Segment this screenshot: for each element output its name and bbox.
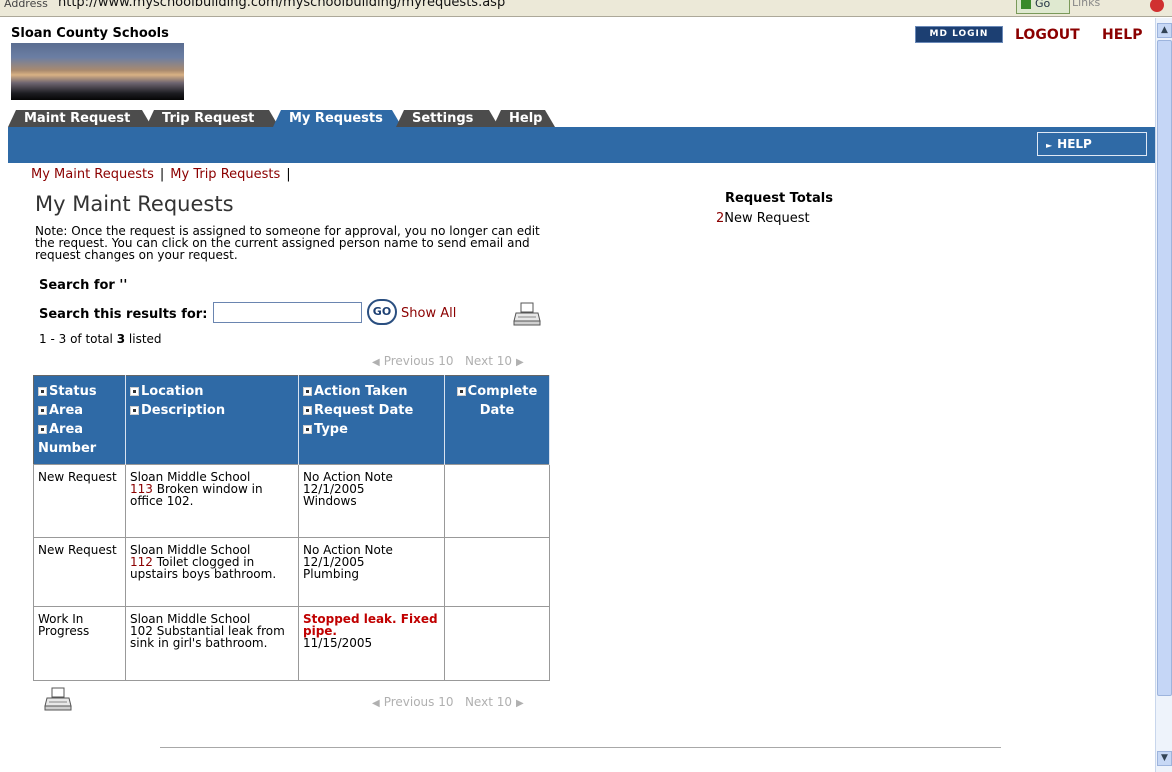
tab-maint-request[interactable]: Maint Request [8,110,152,127]
location-cell: Sloan Middle School 102 Substantial leak … [125,606,299,681]
sort-type[interactable]: Type [303,422,348,437]
tab-help[interactable]: Help [493,110,555,127]
previous-10-link[interactable]: Previous 10 [384,695,454,709]
next-arrow-icon: ▶ [516,357,524,368]
action-cell: No Action Note 12/1/2005 Plumbing [298,537,445,607]
school-banner-image [11,43,184,100]
sort-complete-date[interactable]: Complete Date [456,384,537,418]
status-cell: Work In Progress [33,606,126,681]
separator: | [286,167,291,182]
search-input[interactable] [213,302,362,323]
my-maint-requests-link[interactable]: My Maint Requests [31,167,154,182]
go-arrow-icon [1021,0,1031,9]
table-row: Work In Progress Sloan Middle School 102 … [33,606,550,681]
action-cell: No Action Note 12/1/2005 Windows [298,464,445,538]
action-note-link[interactable]: Stopped leak. Fixed pipe. [303,612,438,638]
sort-description[interactable]: Description [130,403,225,418]
footer-divider [160,747,1001,748]
location-cell: Sloan Middle School 113 Broken window in … [125,464,299,538]
previous-arrow-icon: ◀ [372,698,380,709]
column-header-location: Location Description [125,375,299,465]
address-url[interactable]: http://www.myschoolbuilding.com/myschool… [58,0,505,10]
column-header-status: Status Area Area Number [33,375,126,465]
sub-navigation: My Maint Requests | My Trip Requests | [31,167,297,182]
sort-request-date[interactable]: Request Date [303,403,413,418]
printer-icon[interactable] [513,302,541,326]
location-cell: Sloan Middle School 112 Toilet clogged in… [125,537,299,607]
table-row: New Request Sloan Middle School 113 Broke… [33,464,550,538]
scroll-down-icon[interactable]: ▼ [1157,751,1172,766]
complete-date-cell [444,537,550,607]
logout-link[interactable]: LOGOUT [1015,27,1080,43]
nav-bar [8,127,1155,163]
next-10-link[interactable]: Next 10 [465,695,512,709]
sort-action-taken[interactable]: Action Taken [303,384,407,399]
column-header-action: Action Taken Request Date Type [298,375,445,465]
requests-table: Status Area Area Number Location Descrip… [33,375,550,681]
browser-go-button[interactable]: Go [1016,0,1070,14]
tab-my-requests[interactable]: My Requests [273,110,402,127]
scrollbar-thumb[interactable] [1157,40,1172,696]
search-results-label: Search this results for: [39,307,208,322]
pager-bottom: ◀ Previous 10 Next 10 ▶ [368,695,528,709]
results-count: 1 - 3 of total 3 listed [39,332,162,346]
browser-links[interactable]: Links [1072,0,1100,9]
column-header-complete-date: Complete Date [444,375,550,465]
tab-trip-request[interactable]: Trip Request [146,110,279,127]
sort-status[interactable]: Status [38,384,97,399]
browser-address-bar: Address http://www.myschoolbuilding.com/… [0,0,1172,17]
md-login-button[interactable]: MD LOGIN [915,26,1003,43]
help-button[interactable]: ► HELP [1037,132,1147,156]
printer-icon[interactable] [44,687,72,711]
complete-date-cell [444,464,550,538]
search-for-label: Search for '' [39,278,128,293]
action-cell: Stopped leak. Fixed pipe. 11/15/2005 [298,606,445,681]
sort-area[interactable]: Area [38,403,83,418]
school-name: Sloan County Schools [11,26,169,41]
show-all-link[interactable]: Show All [401,306,456,321]
page-title: My Maint Requests [35,192,234,216]
sort-area-number[interactable]: Area Number [38,422,96,456]
next-arrow-icon: ▶ [516,698,524,709]
header-help-link[interactable]: HELP [1102,27,1142,43]
next-10-link[interactable]: Next 10 [465,354,512,368]
go-button[interactable]: GO [367,299,397,325]
table-row: New Request Sloan Middle School 112 Toile… [33,537,550,607]
previous-10-link[interactable]: Previous 10 [384,354,454,368]
previous-arrow-icon: ◀ [372,357,380,368]
status-cell: New Request [33,537,126,607]
address-label: Address [4,0,48,10]
request-totals-item: 2New Request [716,211,810,226]
instruction-note: Note: Once the request is assigned to so… [35,224,540,262]
pager-top: ◀ Previous 10 Next 10 ▶ [368,354,528,368]
play-arrow-icon: ► [1046,141,1053,150]
status-cell: New Request [33,464,126,538]
table-header-row: Status Area Area Number Location Descrip… [33,375,550,465]
browser-toolbar-icon[interactable] [1150,0,1164,12]
request-totals-title: Request Totals [725,191,833,206]
vertical-scrollbar[interactable]: ▲ ▼ [1155,18,1172,772]
my-trip-requests-link[interactable]: My Trip Requests [170,167,280,182]
separator: | [159,167,165,182]
complete-date-cell [444,606,550,681]
sort-location[interactable]: Location [130,384,204,399]
tab-settings[interactable]: Settings [396,110,499,127]
totals-new-request-link[interactable]: New Request [724,211,809,226]
scroll-up-icon[interactable]: ▲ [1157,23,1172,38]
